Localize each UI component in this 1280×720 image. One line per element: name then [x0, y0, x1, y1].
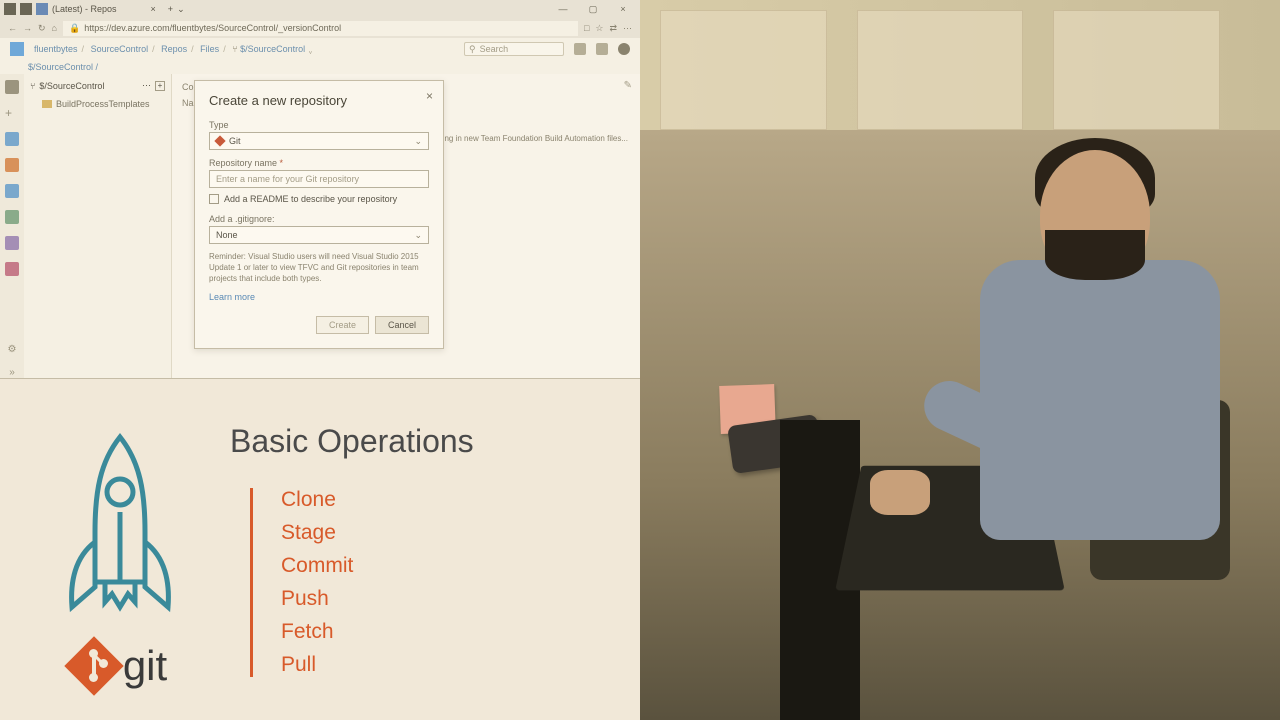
reminder-text: Reminder: Visual Studio users will need …	[209, 252, 429, 284]
op-pull: Pull	[281, 653, 474, 677]
nav-add-icon[interactable]: +	[5, 106, 19, 120]
search-input[interactable]: ⚲ Search	[464, 42, 564, 56]
content-pane: ✎ Con Nam Checking in new Team Foundatio…	[172, 74, 640, 378]
readme-checkbox[interactable]	[209, 194, 219, 204]
nav-forward-icon: →	[23, 23, 32, 33]
breadcrumb-files[interactable]: Files	[200, 44, 219, 54]
learn-more-link[interactable]: Learn more	[209, 292, 255, 302]
search-icon: ⚲	[469, 44, 476, 55]
breadcrumb-repos[interactable]: Repos	[161, 44, 187, 54]
user-avatar[interactable]	[618, 43, 630, 55]
git-wordmark: git	[123, 642, 167, 690]
git-icon	[214, 135, 225, 146]
favorite-icon[interactable]: ☆	[595, 23, 603, 34]
tree-item[interactable]: BuildProcessTemplates	[30, 97, 165, 111]
edit-icon[interactable]: ✎	[624, 80, 632, 91]
gitignore-label: Add a .gitignore:	[209, 214, 429, 224]
path-breadcrumb[interactable]: $/SourceControl /	[0, 60, 640, 74]
app-icon	[4, 3, 16, 15]
nav-collapse-icon[interactable]: »	[9, 367, 15, 378]
readme-label: Add a README to describe your repository	[224, 194, 397, 204]
op-fetch: Fetch	[281, 620, 474, 644]
left-nav-rail: + ⚙ »	[0, 74, 24, 378]
tree-more-icon[interactable]: ⋯	[142, 80, 151, 91]
slide-title: Basic Operations	[230, 423, 474, 460]
branch-icon: ⑂	[232, 44, 237, 54]
lock-icon: 🔒	[69, 23, 80, 34]
branch-icon: ⑂	[30, 81, 35, 91]
dialog-title: Create a new repository	[209, 93, 429, 108]
nav-boards-icon[interactable]	[5, 132, 19, 146]
breadcrumb-project[interactable]: SourceControl	[91, 44, 149, 54]
new-tab-button[interactable]: +	[168, 4, 173, 14]
window-minimize-icon[interactable]: —	[550, 4, 576, 14]
source-tree: ⑂ $/SourceControl ⋯ + BuildProcessTempla…	[24, 74, 172, 378]
close-icon[interactable]: ×	[426, 89, 433, 103]
gitignore-select[interactable]: None ⌄	[209, 226, 429, 244]
azure-devops-logo[interactable]	[10, 42, 24, 56]
type-label: Type	[209, 120, 429, 130]
rocket-icon	[50, 432, 190, 632]
op-stage: Stage	[281, 521, 474, 545]
repo-name-label: Repository name	[209, 158, 429, 168]
git-logo-icon	[64, 636, 123, 695]
cancel-button[interactable]: Cancel	[375, 316, 429, 334]
inbox-icon[interactable]	[574, 43, 586, 55]
reader-icon[interactable]: □	[584, 23, 589, 33]
commit-message: Checking in new Team Foundation Build Au…	[420, 134, 628, 143]
op-commit: Commit	[281, 554, 474, 578]
folder-icon	[42, 100, 52, 108]
nav-repos-icon[interactable]	[5, 158, 19, 172]
create-repo-dialog: × Create a new repository Type Git ⌄ Rep…	[194, 80, 444, 349]
devops-shell: fluentbytes/ SourceControl/ Repos/ Files…	[0, 38, 640, 379]
op-push: Push	[281, 587, 474, 611]
nav-pipelines-icon[interactable]	[5, 184, 19, 198]
nav-extension-icon[interactable]	[5, 262, 19, 276]
nav-refresh-icon[interactable]: ↻	[38, 23, 46, 34]
chevron-down-icon: ⌄	[414, 136, 422, 147]
chevron-down-icon[interactable]: ⌄	[308, 44, 313, 54]
vs-icon	[36, 3, 48, 15]
nav-home-icon[interactable]: ⌂	[52, 23, 57, 33]
repo-name-input[interactable]: Enter a name for your Git repository	[209, 170, 429, 188]
operations-list: Clone Stage Commit Push Fetch Pull	[250, 488, 474, 677]
app-icon	[20, 3, 32, 15]
tab-overflow-icon[interactable]: ⌄	[177, 4, 185, 15]
tree-root[interactable]: $/SourceControl	[39, 81, 104, 91]
address-bar[interactable]: 🔒 https://dev.azure.com/fluentbytes/Sour…	[63, 21, 578, 36]
nav-back-icon[interactable]: ←	[8, 23, 17, 33]
marketplace-icon[interactable]	[596, 43, 608, 55]
create-button[interactable]: Create	[316, 316, 369, 334]
favorites-bar-icon[interactable]: ⇄	[609, 23, 617, 34]
breadcrumb-org[interactable]: fluentbytes	[34, 44, 78, 54]
settings-icon[interactable]: ⋯	[623, 23, 632, 34]
breadcrumb-repo[interactable]: $/SourceControl	[240, 44, 305, 54]
browser-tab-title[interactable]: (Latest) - Repos	[52, 4, 117, 14]
tree-add-icon[interactable]: +	[155, 81, 165, 91]
tab-close-icon[interactable]: ×	[151, 4, 156, 14]
nav-overview-icon[interactable]	[5, 80, 19, 94]
type-select[interactable]: Git ⌄	[209, 132, 429, 150]
chevron-down-icon: ⌄	[414, 230, 422, 241]
nav-artifacts-icon[interactable]	[5, 236, 19, 250]
browser-chrome: (Latest) - Repos × + ⌄ — ▢ × ← → ↻ ⌂ 🔒 h…	[0, 0, 640, 38]
op-clone: Clone	[281, 488, 474, 512]
window-close-icon[interactable]: ×	[610, 4, 636, 14]
breadcrumb: fluentbytes/ SourceControl/ Repos/ Files…	[34, 44, 313, 54]
nav-settings-icon[interactable]: ⚙	[8, 344, 17, 355]
nav-testplans-icon[interactable]	[5, 210, 19, 224]
presentation-slide: git Basic Operations Clone Stage Commit …	[0, 379, 640, 720]
window-maximize-icon[interactable]: ▢	[580, 4, 606, 15]
hero-photo	[640, 0, 1280, 720]
